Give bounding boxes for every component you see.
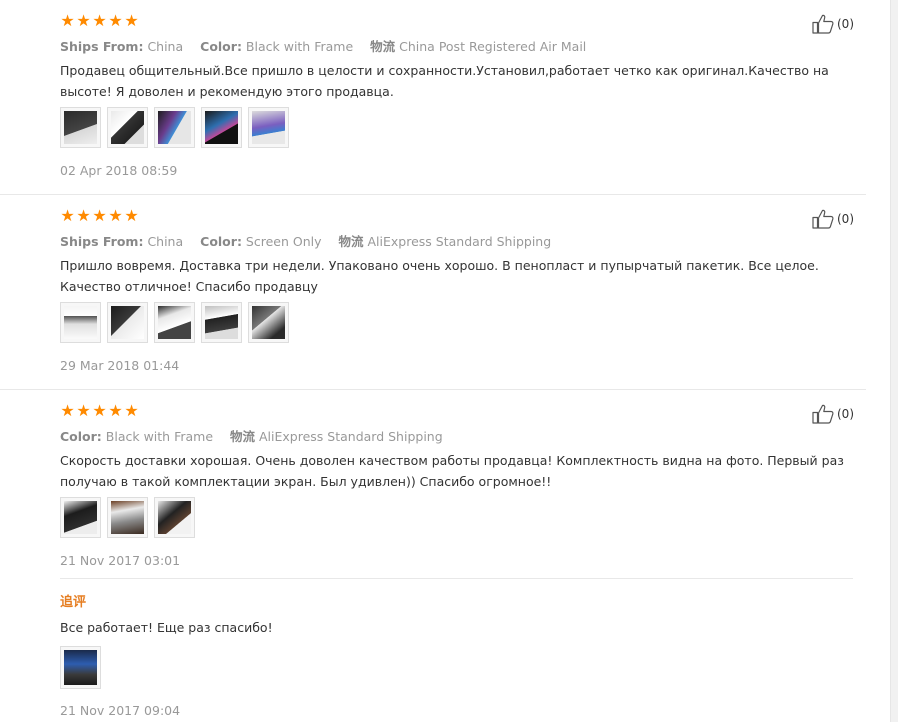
meta-key: 物流 [338,234,364,249]
like-count: (0) [837,407,854,421]
star-icon: ★ [76,401,91,420]
star-rating: ★ ★ ★ ★ ★ [60,207,139,225]
meta-key: Color: [200,39,242,54]
meta-value: China [147,234,184,249]
meta-key: Ships From: [60,39,144,54]
review-text: Продавец общительный.Все пришло в целост… [60,63,829,99]
followup-divider [60,578,853,579]
followup-photos [60,646,101,689]
meta-key: Color: [200,234,242,249]
review-text: Пришло вовремя. Доставка три недели. Упа… [60,258,819,294]
star-rating: ★ ★ ★ ★ ★ [60,12,139,30]
star-icon: ★ [92,11,107,30]
review-text: Скорость доставки хорошая. Очень доволен… [60,453,844,489]
review-photos [60,107,289,148]
star-icon: ★ [108,206,123,225]
star-icon: ★ [108,11,123,30]
followup-label: 追评 [60,595,87,610]
meta-value: China [147,39,184,54]
review-date: 29 Mar 2018 01:44 [60,358,180,373]
meta-value: China Post Registered Air Mail [399,39,587,54]
meta-value: Black with Frame [105,429,214,444]
review-photo-thumbnail[interactable] [60,302,101,343]
review-photo-thumbnail[interactable] [60,646,101,689]
review-photos [60,302,289,343]
review-photo-thumbnail[interactable] [107,497,148,538]
star-icon: ★ [76,11,91,30]
like-button[interactable]: (0) [812,14,854,34]
review-photo-thumbnail[interactable] [248,107,289,148]
star-rating: ★ ★ ★ ★ ★ [60,402,139,420]
thumbs-up-icon [812,209,834,229]
star-icon: ★ [60,206,75,225]
review-photo-thumbnail[interactable] [107,302,148,343]
meta-key: 物流 [370,39,396,54]
review-photo-thumbnail[interactable] [154,302,195,343]
review-card: ★ ★ ★ ★ ★ Color: Black with Frame 物流 Ali… [0,390,866,722]
review-photo-thumbnail[interactable] [154,497,195,538]
followup-date: 21 Nov 2017 09:04 [60,703,181,718]
review-photos [60,497,195,538]
meta-value: AliExpress Standard Shipping [367,234,552,249]
review-meta: Color: Black with Frame 物流 AliExpress St… [60,426,456,445]
like-button[interactable]: (0) [812,209,854,229]
star-icon: ★ [124,401,139,420]
review-meta: Ships From: China Color: Screen Only 物流 … [60,231,564,250]
meta-key: Color: [60,429,102,444]
meta-value: Black with Frame [245,39,354,54]
review-photo-thumbnail[interactable] [201,302,242,343]
review-photo-thumbnail[interactable] [107,107,148,148]
review-card: ★ ★ ★ ★ ★ Ships From: China Color: Black… [0,0,866,195]
thumbs-up-icon [812,14,834,34]
star-icon: ★ [92,401,107,420]
star-icon: ★ [108,401,123,420]
review-photo-thumbnail[interactable] [154,107,195,148]
star-icon: ★ [76,206,91,225]
like-button[interactable]: (0) [812,404,854,424]
star-icon: ★ [92,206,107,225]
review-photo-thumbnail[interactable] [60,497,101,538]
meta-value: Screen Only [245,234,322,249]
review-meta: Ships From: China Color: Black with Fram… [60,36,599,55]
meta-key: Ships From: [60,234,144,249]
followup-text: Все работает! Еще раз спасибо! [60,620,273,635]
thumbs-up-icon [812,404,834,424]
meta-key: 物流 [230,429,256,444]
review-card: ★ ★ ★ ★ ★ Ships From: China Color: Scree… [0,195,866,390]
star-icon: ★ [60,11,75,30]
star-icon: ★ [124,206,139,225]
review-photo-thumbnail[interactable] [248,302,289,343]
meta-value: AliExpress Standard Shipping [259,429,443,444]
scrollbar[interactable] [890,0,898,722]
review-date: 02 Apr 2018 08:59 [60,163,178,178]
star-icon: ★ [60,401,75,420]
star-icon: ★ [124,11,139,30]
review-photo-thumbnail[interactable] [201,107,242,148]
review-photo-thumbnail[interactable] [60,107,101,148]
like-count: (0) [837,17,854,31]
like-count: (0) [837,212,854,226]
review-date: 21 Nov 2017 03:01 [60,553,181,568]
